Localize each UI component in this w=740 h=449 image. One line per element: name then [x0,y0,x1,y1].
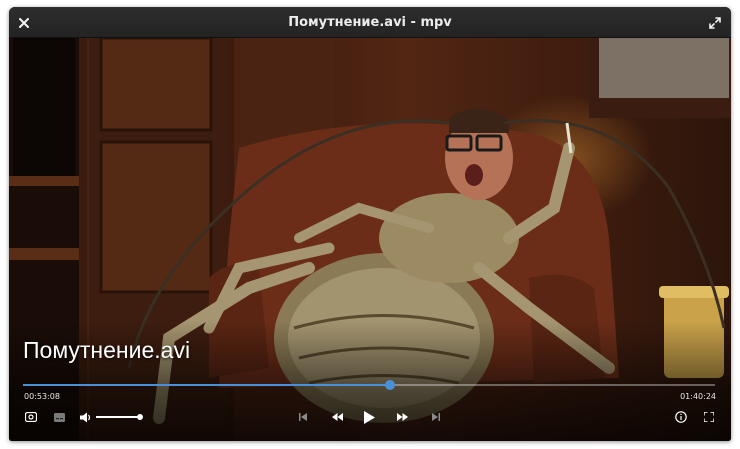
window-title: Помутнение.avi - mpv [288,15,452,30]
skip-next-button[interactable] [428,408,444,426]
skip-next-icon [432,413,440,421]
maximize-icon [709,17,721,29]
info-button[interactable] [673,408,689,426]
fullscreen-icon [704,412,714,422]
audio-track-button[interactable] [23,408,39,426]
elapsed-time: 00:53:08 [24,392,60,401]
maximize-button[interactable] [705,13,725,33]
play-icon [363,410,375,424]
skip-previous-button[interactable] [295,408,311,426]
total-duration: 01:40:24 [680,392,716,401]
subtitles-button[interactable] [51,408,67,426]
seek-bar[interactable] [23,380,715,390]
play-button[interactable] [359,408,379,426]
osd-media-title: Помутнение.avi [23,337,191,363]
fast-forward-icon [396,413,408,421]
fast-forward-button[interactable] [393,408,411,426]
video-frame[interactable]: Помутнение.avi 00:53:08 01:40:24 [9,38,731,441]
volume-icon [80,412,91,422]
title-bar[interactable]: Помутнение.avi - mpv [9,7,731,38]
fullscreen-button[interactable] [701,408,717,426]
subtitles-icon [53,412,65,422]
rewind-icon [331,413,343,421]
audio-track-icon [25,412,37,422]
seek-progress [23,384,390,386]
mpv-window: Помутнение.avi - mpv Помутнение.avi 00:5… [9,7,731,441]
volume-handle[interactable] [137,414,143,420]
info-icon [675,411,687,423]
rewind-button[interactable] [328,408,346,426]
volume-level [96,416,140,418]
volume-button[interactable] [78,408,94,426]
volume-slider[interactable] [96,414,143,420]
seek-handle[interactable] [385,380,395,390]
skip-previous-icon [299,413,307,421]
